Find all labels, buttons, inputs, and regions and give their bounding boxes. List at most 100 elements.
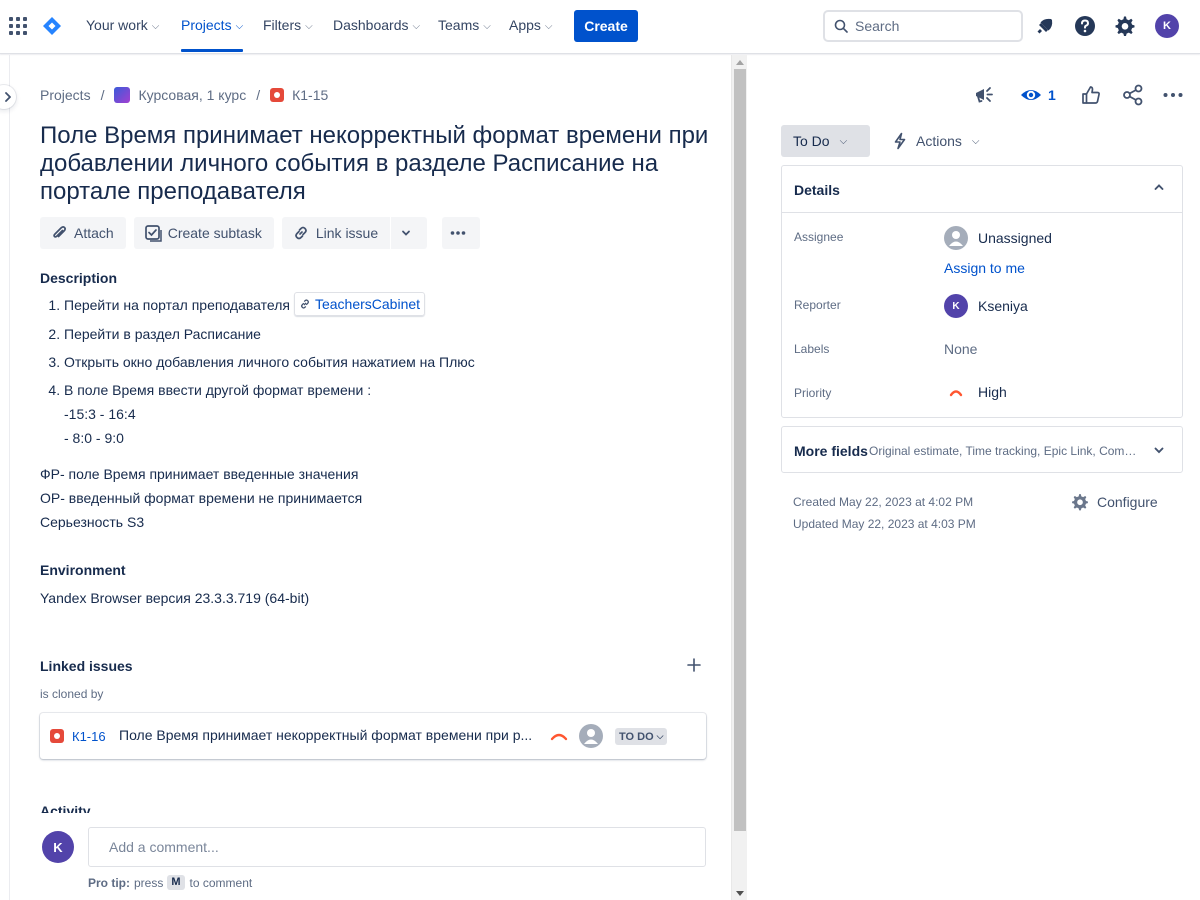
unassigned-avatar-icon — [944, 226, 968, 250]
time-format-example: -15:3 - 16:4 — [64, 406, 136, 422]
linked-issue-status[interactable]: TO DO ⌵ — [615, 728, 668, 745]
configure-button[interactable]: Configure — [1070, 492, 1158, 512]
status-dropdown-button[interactable]: To Do ⌵ — [781, 125, 870, 157]
app-switcher-icon[interactable] — [9, 17, 27, 35]
breadcrumb-issue-key[interactable]: К1-15 — [292, 87, 328, 103]
link-relation-label: is cloned by — [40, 687, 104, 701]
teachers-cabinet-link[interactable]: TeachersCabinet — [293, 292, 426, 316]
assign-to-me-link[interactable]: Assign to me — [944, 260, 1025, 276]
scroll-thumb[interactable] — [734, 69, 746, 831]
nav-apps[interactable]: Apps ⌵ — [509, 17, 553, 33]
watcher-count[interactable]: 1 — [1048, 87, 1056, 103]
main-scrollbar[interactable] — [731, 55, 747, 900]
bug-icon — [50, 729, 64, 743]
linked-issue-row[interactable]: К1-16 Поле Время принимает некорректный … — [40, 713, 706, 759]
step-item: Перейти в раздел Расписание — [64, 324, 700, 344]
link-issue-button[interactable]: Link issue — [281, 217, 391, 249]
result-text: ФР- поле Время принимает введенные значе… — [40, 462, 362, 534]
scroll-up-arrow[interactable] — [736, 60, 744, 65]
nav-projects[interactable]: Projects ⌵ — [181, 17, 244, 52]
step-item: Открыть окно добавления личного события … — [64, 352, 700, 372]
actions-dropdown-button[interactable]: Actions ⌵ — [882, 125, 980, 157]
step-item: Перейти на портал преподавателяTeachersC… — [64, 292, 700, 316]
more-icon — [450, 231, 466, 235]
priority-field[interactable]: High — [944, 384, 1007, 400]
sidebar-rail — [0, 55, 10, 900]
labels-field[interactable]: None — [944, 341, 977, 357]
search-icon — [834, 19, 848, 33]
settings-icon[interactable] — [1113, 14, 1137, 38]
nav-filters[interactable]: Filters ⌵ — [263, 17, 313, 33]
link-issue-dropdown-button[interactable] — [391, 217, 428, 249]
feedback-megaphone-icon[interactable] — [973, 84, 995, 106]
notifications-icon[interactable] — [1033, 14, 1057, 38]
linked-issue-summary[interactable]: Поле Время принимает некорректный формат… — [119, 727, 539, 743]
issue-toolbar: Attach Create subtask Link issue — [40, 217, 488, 249]
link-icon — [295, 226, 307, 240]
priority-high-icon — [550, 733, 568, 741]
activity-heading: Activity — [40, 803, 91, 813]
gear-icon — [1072, 494, 1088, 511]
chevron-right-icon — [5, 92, 11, 102]
description-body[interactable]: Перейти на портал преподавателяTeachersC… — [40, 292, 700, 456]
actual-result: ФР- поле Время принимает введенные значе… — [40, 466, 359, 482]
priority-high-icon — [949, 390, 963, 397]
bug-icon — [270, 88, 285, 102]
expand-sidebar-button[interactable] — [0, 85, 16, 109]
nav-your-work[interactable]: Your work ⌵ — [86, 17, 159, 33]
reporter-field[interactable]: K Kseniya — [944, 294, 1028, 318]
add-linked-issue-icon[interactable] — [686, 657, 702, 673]
chevron-up-icon[interactable] — [1152, 180, 1166, 194]
step-item: В поле Время ввести другой формат времен… — [64, 380, 700, 448]
scroll-down-arrow[interactable] — [736, 891, 744, 896]
issue-title[interactable]: Поле Время принимает некорректный формат… — [40, 122, 720, 206]
breadcrumb-project[interactable]: Курсовая, 1 курс — [138, 87, 246, 103]
vote-thumbs-up-icon[interactable] — [1081, 84, 1101, 106]
details-header[interactable]: Details — [782, 166, 1182, 213]
help-icon[interactable] — [1073, 14, 1097, 38]
assignee-label: Assignee — [794, 230, 844, 244]
more-fields-summary: Original estimate, Time tracking, Epic L… — [869, 444, 1141, 458]
labels-label: Labels — [794, 342, 830, 356]
environment-heading: Environment — [40, 562, 126, 578]
jira-logo-icon[interactable] — [42, 16, 62, 36]
updated-date: Updated May 22, 2023 at 4:03 PM — [793, 517, 976, 531]
keyboard-shortcut-key: M — [167, 875, 185, 890]
chevron-down-icon[interactable] — [1152, 443, 1166, 457]
comment-input[interactable] — [88, 827, 706, 867]
reporter-label: Reporter — [794, 298, 841, 312]
paperclip-icon — [53, 226, 66, 238]
nav-teams[interactable]: Teams ⌵ — [438, 17, 491, 33]
search-input[interactable] — [855, 17, 1015, 35]
breadcrumb: Projects / Курсовая, 1 курс / К1-15 — [40, 87, 329, 103]
create-button[interactable]: Create — [574, 10, 638, 42]
details-heading: Details — [794, 182, 840, 198]
more-fields-heading: More fields — [794, 443, 868, 459]
environment-value[interactable]: Yandex Browser версия 23.3.3.719 (64-bit… — [40, 590, 309, 606]
more-options-icon[interactable] — [1162, 84, 1184, 106]
linked-issue-key[interactable]: К1-16 — [72, 729, 106, 744]
severity: Серьезность S3 — [40, 514, 145, 530]
details-panel: Details Assignee Unassigned Assign to me… — [781, 165, 1183, 418]
nav-dashboards[interactable]: Dashboards ⌵ — [333, 17, 420, 33]
attach-button[interactable]: Attach — [40, 217, 126, 249]
more-actions-button[interactable] — [442, 217, 481, 249]
user-avatar[interactable]: K — [1155, 14, 1179, 38]
assignee-field[interactable]: Unassigned — [944, 226, 1052, 250]
breadcrumb-projects[interactable]: Projects — [40, 87, 91, 103]
watch-eye-icon[interactable] — [1019, 84, 1043, 106]
comment-area: K Pro tip:pressMto comment — [10, 814, 730, 900]
description-heading: Description — [40, 270, 118, 286]
commenter-avatar: K — [42, 831, 74, 863]
more-fields-panel[interactable]: More fields Original estimate, Time trac… — [781, 426, 1183, 473]
issue-dates: Created May 22, 2023 at 4:02 PM Updated … — [793, 491, 976, 535]
search-box[interactable] — [823, 10, 1023, 42]
expected-result: ОР- введенный формат времени не принимае… — [40, 490, 363, 506]
project-icon — [114, 87, 131, 103]
linked-issues-heading: Linked issues — [40, 658, 133, 674]
link-icon — [300, 299, 309, 309]
share-icon[interactable] — [1122, 84, 1144, 106]
chevron-down-icon — [402, 230, 411, 236]
create-subtask-button[interactable]: Create subtask — [133, 217, 274, 249]
reporter-avatar: K — [944, 294, 968, 318]
